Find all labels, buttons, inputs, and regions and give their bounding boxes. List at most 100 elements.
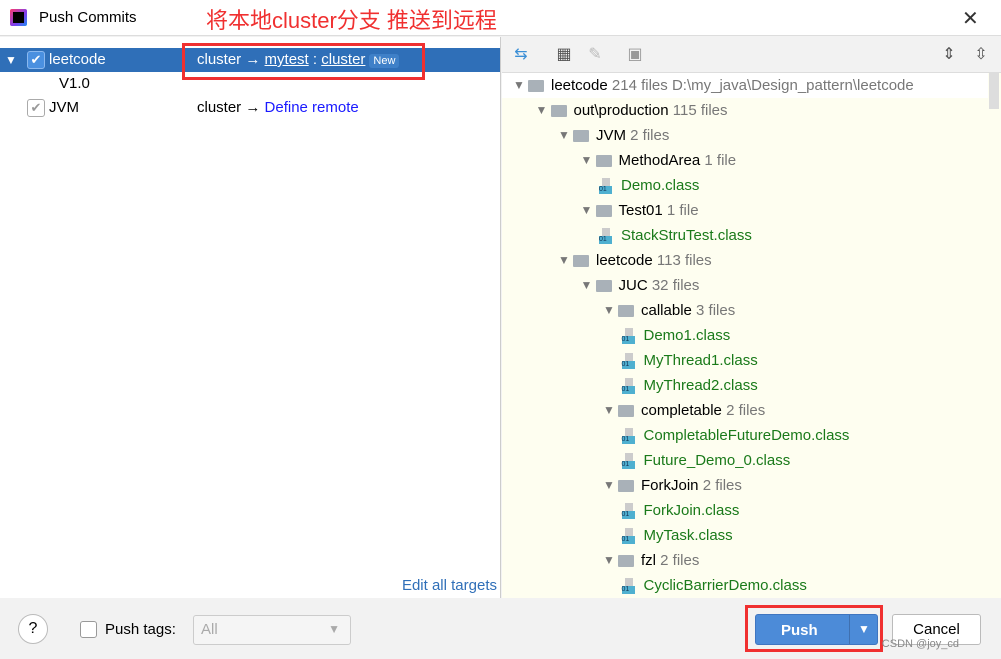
repo-name: leetcode	[49, 51, 106, 68]
tree-row[interactable]: Demo.class	[502, 173, 988, 198]
changes-panel: ⇆ ▦ ✎ ▣ ⇕ ⇳ ▼ leetcode 214 files D:\my_j…	[502, 37, 1001, 598]
collapse-arrows-icon[interactable]: ⇆	[511, 45, 531, 65]
file-count: 32 files	[651, 277, 700, 294]
define-remote-link[interactable]: Define remote	[265, 99, 359, 116]
expand-arrow-icon[interactable]: ▼	[581, 148, 593, 173]
tags-select: All ▼	[193, 615, 351, 645]
highlight-box	[745, 605, 883, 652]
expand-all-icon[interactable]: ⇕	[939, 45, 959, 65]
folder-icon	[595, 155, 612, 167]
tree-row[interactable]: ▼ completable 2 files	[502, 398, 988, 423]
file-name: CyclicBarrierDemo.class	[643, 577, 807, 594]
changes-toolbar: ⇆ ▦ ✎ ▣ ⇕ ⇳	[502, 37, 1001, 73]
push-tags-checkbox[interactable]	[80, 621, 97, 638]
tree-row[interactable]: ForkJoin.class	[502, 498, 988, 523]
repo-checkbox[interactable]: ✔	[27, 51, 45, 69]
folder-icon	[618, 555, 634, 567]
tree-row[interactable]: ▼ JUC 32 files	[502, 273, 988, 298]
expand-arrow-icon[interactable]: ▼	[581, 273, 593, 298]
window-title: Push Commits	[39, 9, 137, 26]
tree-row[interactable]: ▼ MethodArea 1 file	[502, 148, 988, 173]
expand-arrow-icon[interactable]: ▼	[536, 98, 548, 123]
annotation-text: 将本地cluster分支 推送到远程	[206, 8, 497, 33]
file-count: 3 files	[696, 302, 736, 319]
module-path: D:\my_java\Design_pattern\leetcode	[671, 77, 914, 94]
file-count: 1 file	[704, 152, 737, 169]
repo-checkbox[interactable]: ✔	[27, 99, 45, 117]
watermark: CSDN @joy_cd	[881, 638, 959, 650]
file-count: 2 files	[660, 552, 700, 569]
class-file-icon	[621, 578, 638, 594]
push-tags-label: Push tags:	[105, 621, 176, 638]
expand-arrow-icon[interactable]: ▼	[603, 473, 615, 498]
tree-row[interactable]: ▼ callable 3 files	[502, 298, 988, 323]
class-file-icon	[599, 178, 615, 194]
expand-arrow-icon[interactable]: ▼	[558, 248, 570, 273]
file-count: 115 files	[672, 102, 728, 119]
folder-icon	[618, 405, 634, 417]
edit-all-targets-link[interactable]: Edit all targets	[402, 577, 497, 594]
tag-row: V1.0	[0, 72, 500, 96]
arrow: →	[245, 99, 261, 116]
help-button[interactable]: ?	[18, 614, 48, 644]
class-file-icon	[621, 353, 638, 369]
tree-row[interactable]: MyTask.class	[502, 523, 988, 548]
folder-icon	[550, 105, 567, 117]
file-name: MyThread2.class	[643, 377, 758, 394]
tree-row[interactable]: CompletableFutureDemo.class	[502, 423, 988, 448]
class-file-icon	[621, 428, 638, 444]
push-spec: cluster → Define remote	[197, 96, 359, 120]
file-count: 113 files	[656, 252, 712, 269]
node-name: MethodArea	[618, 152, 701, 169]
collapse-all-icon[interactable]: ⇳	[971, 45, 991, 65]
class-file-icon	[621, 453, 638, 469]
tree-row[interactable]: Demo1.class	[502, 323, 988, 348]
expand-arrow-icon[interactable]: ▼	[603, 548, 615, 573]
file-name: MyTask.class	[643, 527, 733, 544]
file-count: 214 files	[611, 77, 668, 94]
node-name: Test01	[618, 202, 663, 219]
tree-row[interactable]: ▼ Test01 1 file	[502, 198, 988, 223]
expand-arrow-icon[interactable]: ▼	[603, 398, 615, 423]
node-name: fzl	[641, 552, 656, 569]
title-bar: Push Commits 将本地cluster分支 推送到远程 ✕	[0, 0, 1001, 36]
tree-row[interactable]: Future_Demo_0.class	[502, 448, 988, 473]
preview-icon[interactable]: ▣	[625, 45, 645, 65]
scrollbar[interactable]	[989, 73, 999, 109]
repo-row-jvm[interactable]: ✔ JVM cluster → Define remote	[0, 96, 500, 120]
node-name: out\production	[573, 102, 669, 119]
folder-icon	[573, 130, 589, 142]
expand-arrow-icon[interactable]: ▼	[603, 298, 615, 323]
file-name: Demo.class	[621, 177, 700, 194]
tree-row[interactable]: ▼ ForkJoin 2 files	[502, 473, 988, 498]
tree-row[interactable]: ▼ JVM 2 files	[502, 123, 988, 148]
expand-arrow-icon[interactable]: ▼	[513, 73, 525, 98]
intellij-app-icon	[10, 9, 27, 26]
tree-row[interactable]: ▼ fzl 2 files	[502, 548, 988, 573]
expand-arrow-icon[interactable]: ▼	[5, 48, 17, 72]
folder-icon	[595, 205, 612, 217]
file-count: 2 files	[630, 127, 670, 144]
tree-row[interactable]: CyclicBarrierDemo.class	[502, 573, 988, 598]
node-name: completable	[641, 402, 722, 419]
expand-arrow-icon[interactable]: ▼	[558, 123, 570, 148]
tags-select-value: All	[201, 621, 218, 638]
repositories-panel: ▼ ✔ leetcode cluster → mytest : cluster N…	[0, 37, 501, 598]
tree-row[interactable]: MyThread1.class	[502, 348, 988, 373]
file-name: StackStruTest.class	[621, 227, 752, 244]
bottom-bar: ? Push tags: All ▼ Push ▼ Cancel CSDN @joy…	[0, 598, 1001, 659]
tree-row[interactable]: ▼ out\production 115 files	[502, 98, 988, 123]
tree-row[interactable]: ▼ leetcode 113 files	[502, 248, 988, 273]
close-icon[interactable]: ✕	[962, 6, 979, 31]
tree-row[interactable]: StackStruTest.class	[502, 223, 988, 248]
group-by-icon[interactable]: ▦	[554, 45, 574, 65]
file-name: MyThread1.class	[643, 352, 758, 369]
tree-row[interactable]: MyThread2.class	[502, 373, 988, 398]
tree-row[interactable]: ▼ leetcode 214 files D:\my_java\Design_p…	[502, 73, 988, 98]
expand-arrow-icon[interactable]: ▼	[581, 198, 593, 223]
edit-icon[interactable]: ✎	[585, 45, 605, 65]
node-name: ForkJoin	[641, 477, 699, 494]
node-name: leetcode	[551, 77, 608, 94]
folder-icon	[618, 480, 634, 492]
folder-icon	[618, 305, 634, 317]
